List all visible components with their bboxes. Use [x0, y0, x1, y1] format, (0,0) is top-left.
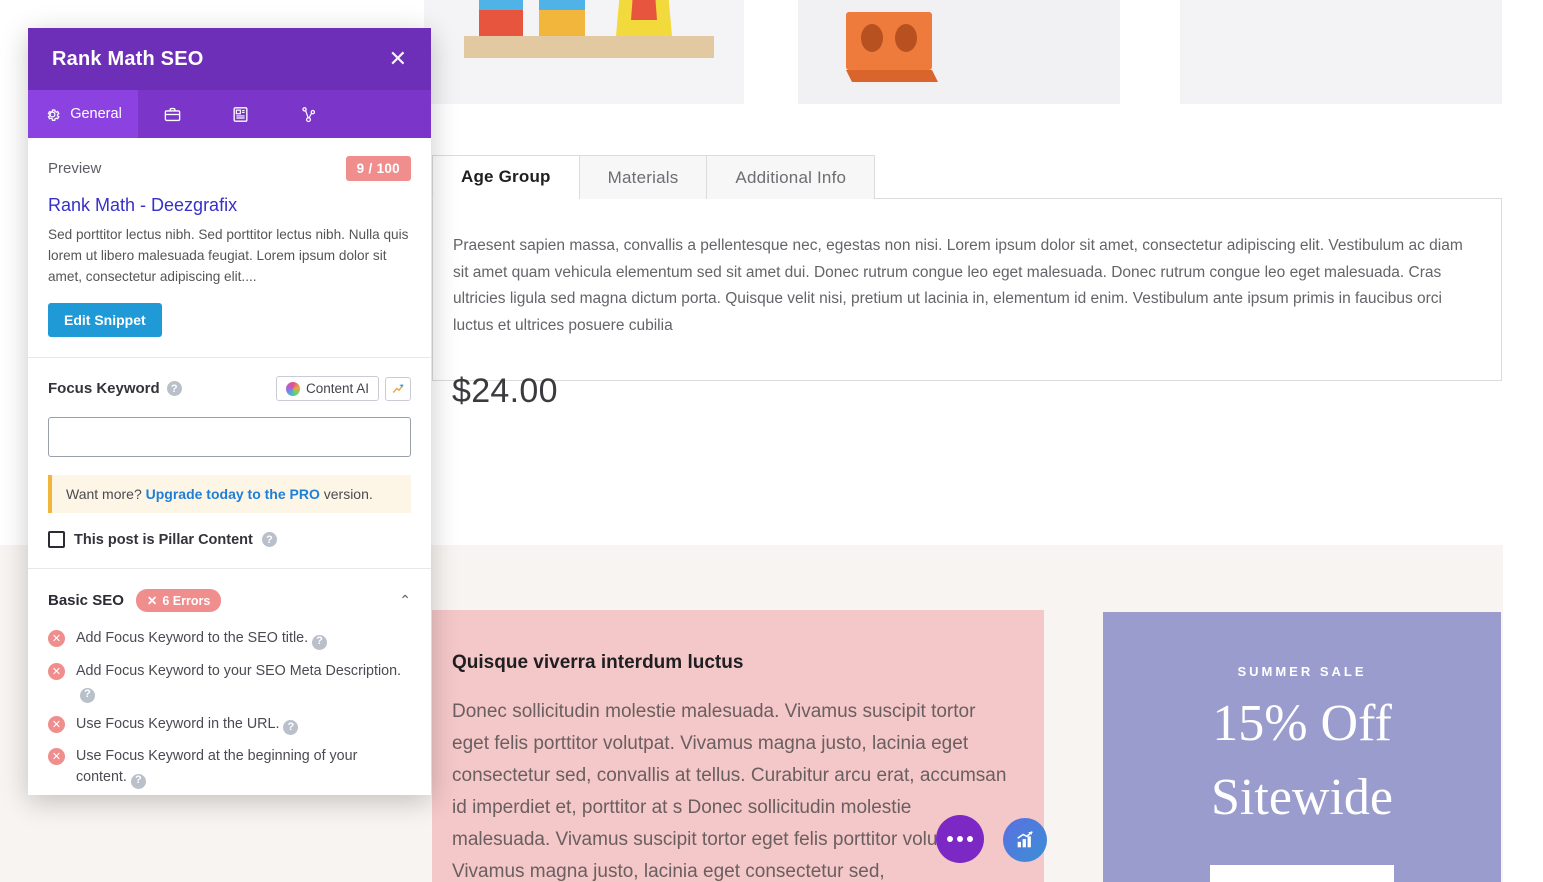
wooden-blocks-image	[798, 0, 1120, 104]
focus-keyword-header: Focus Keyword ? Content AI	[48, 376, 411, 402]
error-icon: ✕	[48, 630, 65, 648]
promo-headline-line1: 15% Off	[1212, 695, 1392, 752]
basic-seo-error-list: ✕ Add Focus Keyword to the SEO title.? ✕…	[48, 628, 411, 795]
close-icon[interactable]: ✕	[383, 42, 413, 76]
product-image-2[interactable]	[798, 0, 1120, 104]
tab-schema[interactable]	[206, 90, 274, 138]
tab-social[interactable]	[274, 90, 342, 138]
tab-additional-info[interactable]: Additional Info	[706, 155, 876, 199]
tab-general-label: General	[70, 106, 122, 122]
focus-keyword-section: Focus Keyword ? Content AI Want more? Up…	[28, 358, 431, 570]
error-text: Use Focus Keyword at the beginning of yo…	[76, 748, 358, 786]
social-share-icon	[301, 106, 315, 122]
basic-seo-header[interactable]: Basic SEO ✕ 6 Errors ⌃	[48, 589, 411, 613]
error-icon: ✕	[48, 715, 65, 733]
error-icon: ✕	[48, 662, 65, 680]
error-item: ✕ Use Focus Keyword in the URL.?	[48, 714, 411, 736]
trending-up-icon	[392, 384, 404, 393]
stacking-toy-image	[424, 0, 744, 104]
tab-materials[interactable]: Materials	[578, 155, 708, 199]
tab-general[interactable]: General	[28, 90, 138, 138]
promo-pink-body: Donec sollicitudin molestie malesuada. V…	[452, 701, 1007, 882]
ellipsis-icon	[947, 836, 973, 842]
error-x-icon: ✕	[146, 594, 158, 609]
promo-card-summer-sale: SUMMER SALE 15% Off Sitewide SHOP THE SA…	[1103, 612, 1501, 882]
product-tabs: Age Group Materials Additional Info Prae…	[432, 155, 1502, 381]
upgrade-notice-prefix: Want more?	[66, 486, 142, 503]
error-item: ✕ Add Focus Keyword to the SEO title.?	[48, 628, 411, 650]
background-right-margin	[1503, 0, 1543, 882]
upgrade-notice: Want more? Upgrade today to the PRO vers…	[48, 475, 411, 514]
focus-keyword-label: Focus Keyword	[48, 380, 160, 398]
upgrade-pro-link[interactable]: Upgrade today to the PRO	[146, 486, 320, 502]
help-icon[interactable]: ?	[312, 634, 328, 650]
seo-score-badge: 9 / 100	[345, 156, 411, 181]
content-ai-button[interactable]: Content AI	[275, 376, 379, 402]
content-ai-label: Content AI	[305, 381, 369, 397]
error-icon: ✕	[48, 748, 65, 766]
error-text: Add Focus Keyword to the SEO title.	[76, 630, 309, 647]
basic-seo-title: Basic SEO	[48, 592, 124, 610]
page-root: Age Group Materials Additional Info Prae…	[0, 0, 1543, 882]
error-item: ✕ Use Focus Keyword at the beginning of …	[48, 746, 411, 789]
analytics-fab[interactable]	[1003, 818, 1047, 862]
more-options-fab[interactable]	[936, 815, 984, 863]
errors-badge-label: 6 Errors	[162, 593, 211, 608]
product-price: $24.00	[452, 372, 558, 410]
bar-chart-icon	[1017, 831, 1033, 848]
tab-advanced[interactable]	[138, 90, 206, 138]
wooden-rings-image	[1180, 0, 1502, 104]
product-gallery	[420, 0, 1543, 104]
shop-the-sale-button[interactable]: SHOP THE SALE	[1209, 865, 1395, 882]
error-item: ✕ Add Focus Keyword to your SEO Meta Des…	[48, 661, 411, 703]
pillar-content-checkbox[interactable]	[48, 531, 65, 549]
rank-math-tabs: General	[28, 90, 431, 138]
pillar-content-row: This post is Pillar Content ?	[48, 531, 411, 549]
preview-label: Preview	[48, 160, 102, 177]
promo-kicker: SUMMER SALE	[1237, 664, 1367, 679]
snippet-description: Sed porttitor lectus nibh. Sed porttitor…	[48, 227, 409, 285]
upgrade-notice-suffix: version.	[323, 486, 373, 503]
snippet-title[interactable]: Rank Math - Deezgrafix	[48, 195, 411, 216]
help-icon[interactable]: ?	[166, 381, 182, 397]
promo-pink-heading: Quisque viverra interdum luctus	[452, 652, 744, 673]
preview-header: Preview 9 / 100	[48, 156, 411, 181]
focus-keyword-label-group: Focus Keyword ?	[48, 380, 182, 397]
schema-icon	[232, 106, 248, 122]
help-icon[interactable]: ?	[261, 532, 277, 548]
product-image-3[interactable]	[1180, 0, 1502, 104]
briefcase-icon	[164, 107, 180, 121]
help-icon[interactable]: ?	[130, 773, 146, 789]
keyword-trend-button[interactable]	[385, 376, 411, 401]
error-text: Use Focus Keyword in the URL.	[76, 715, 280, 732]
promo-headline-line2: Sitewide	[1211, 769, 1393, 827]
product-image-1[interactable]	[424, 0, 744, 104]
preview-section: Preview 9 / 100 Rank Math - Deezgrafix S…	[28, 138, 431, 359]
tab-age-group[interactable]: Age Group	[432, 155, 580, 199]
panel-title: Rank Math SEO	[52, 47, 204, 70]
rank-math-panel: Rank Math SEO ✕ General Preview 9 / 100 …	[28, 28, 431, 795]
rank-math-body: Preview 9 / 100 Rank Math - Deezgrafix S…	[28, 138, 431, 795]
tab-body-text: Praesent sapien massa, convallis a pelle…	[453, 237, 1463, 334]
rank-math-header: Rank Math SEO ✕	[28, 28, 431, 90]
edit-snippet-button[interactable]: Edit Snippet	[48, 303, 162, 338]
tab-panel-content: Praesent sapien massa, convallis a pelle…	[432, 199, 1502, 381]
product-tabs-row: Age Group Materials Additional Info	[432, 155, 1502, 199]
help-icon[interactable]: ?	[80, 687, 95, 703]
gear-icon	[47, 108, 60, 121]
chevron-up-icon[interactable]: ⌃	[399, 592, 411, 609]
basic-seo-section: Basic SEO ✕ 6 Errors ⌃ ✕ Add Focus Keywo…	[28, 569, 431, 795]
pillar-content-label: This post is Pillar Content	[74, 531, 253, 548]
help-icon[interactable]: ?	[283, 720, 299, 736]
focus-keyword-input[interactable]	[48, 417, 411, 458]
content-ai-icon	[285, 381, 300, 396]
error-text: Add Focus Keyword to your SEO Meta Descr…	[76, 662, 401, 679]
focus-keyword-actions: Content AI	[275, 376, 411, 402]
errors-badge: ✕ 6 Errors	[135, 589, 222, 613]
